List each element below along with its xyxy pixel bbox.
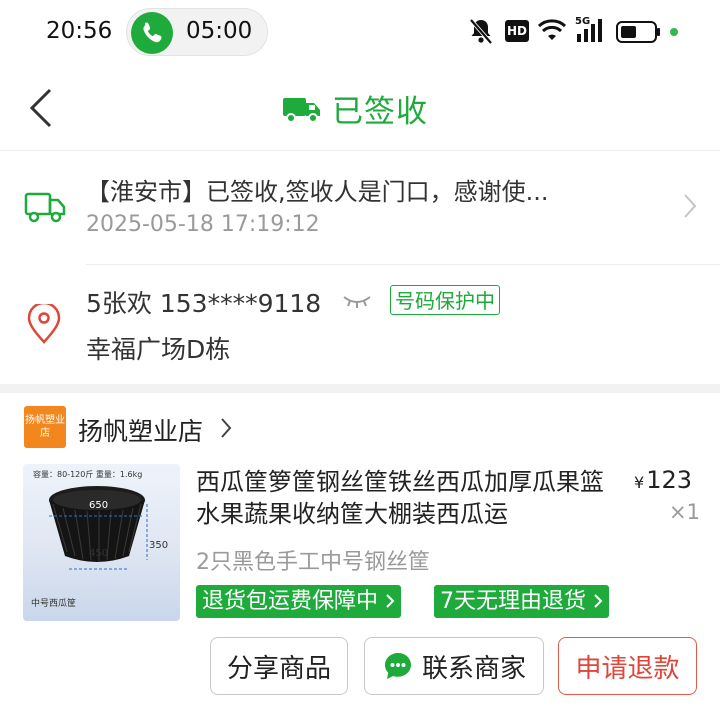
dot-indicator-icon [670, 28, 678, 36]
share-product-button[interactable]: 分享商品 [210, 637, 348, 695]
call-timer: 05:00 [186, 18, 253, 44]
shop-name[interactable]: 扬帆塑业店 [78, 412, 203, 448]
shop-logo[interactable]: 扬帆塑业店 [24, 406, 66, 448]
chevron-right-icon [594, 594, 603, 608]
return-shipping-tag[interactable]: 退货包运费保障中 [196, 585, 402, 618]
chevron-right-icon [683, 193, 697, 223]
back-button[interactable] [28, 88, 54, 132]
page-title: 已签收 [332, 94, 428, 130]
chat-bubble-icon [384, 653, 411, 679]
price-value: 123 [646, 466, 692, 494]
product-quantity: ×1 [669, 500, 700, 524]
product-image[interactable]: 容量：80-120斤 重量：1.6kg 650 350 450 中号西瓜筐 [23, 464, 180, 621]
tag-label: 退货包运费保障中 [202, 589, 379, 614]
divider [86, 264, 720, 265]
status-time: 20:56 [46, 18, 113, 44]
product-title[interactable]: 西瓜筐箩筐钢丝筐铁丝西瓜加厚瓜果篮水果蔬果收纳筐大棚装西瓜运 [196, 466, 606, 530]
product-spec: 2只黑色手工中号钢丝筐 [196, 550, 430, 575]
eye-closed-icon[interactable] [342, 291, 372, 315]
tag-label: 7天无理由退货 [440, 589, 586, 614]
battery-icon [616, 20, 662, 48]
product-image-dim-bottom: 450 [89, 548, 109, 559]
page-title-group: 已签收 [282, 86, 428, 131]
product-image-caption: 中号西瓜筐 [31, 599, 77, 609]
wifi-icon [537, 18, 567, 48]
recipient-name-phone: 5张欢 153****9118 [86, 289, 322, 318]
logistics-status: 【淮安市】已签收,签收人是门口，感谢使... [86, 178, 549, 206]
share-product-label: 分享商品 [226, 653, 331, 684]
address-line: 幸福广场D栋 [86, 335, 231, 364]
mute-bell-icon [468, 17, 494, 49]
chevron-right-icon [219, 417, 233, 443]
truck-outline-icon [24, 186, 66, 230]
chevron-right-icon [386, 594, 395, 608]
shop-logo-text: 扬帆塑业店 [25, 415, 65, 439]
request-refund-button[interactable]: 申请退款 [558, 637, 697, 695]
product-price: ¥123 [634, 466, 692, 494]
delivery-truck-icon [283, 97, 320, 123]
signal-5g-icon: 5G [573, 16, 607, 48]
hd-icon: HD [505, 20, 529, 42]
product-image-dim-height: 350 [149, 540, 169, 551]
privacy-badge: 号码保护中 [390, 285, 500, 315]
logistics-timestamp: 2025-05-18 17:19:12 [86, 212, 320, 237]
contact-seller-button[interactable]: 联系商家 [364, 637, 544, 695]
phone-icon [131, 12, 173, 54]
network-type-label: 5G [575, 16, 591, 27]
location-pin-icon [26, 301, 62, 348]
request-refund-label: 申请退款 [575, 653, 680, 684]
contact-seller-label: 联系商家 [421, 653, 526, 684]
section-separator [0, 384, 720, 393]
currency-symbol: ¥ [634, 473, 645, 492]
seven-day-return-tag[interactable]: 7天无理由退货 [434, 585, 609, 618]
logistics-row[interactable] [0, 151, 720, 264]
back-arrow-icon [29, 88, 52, 128]
product-image-dim-top: 650 [89, 500, 109, 511]
